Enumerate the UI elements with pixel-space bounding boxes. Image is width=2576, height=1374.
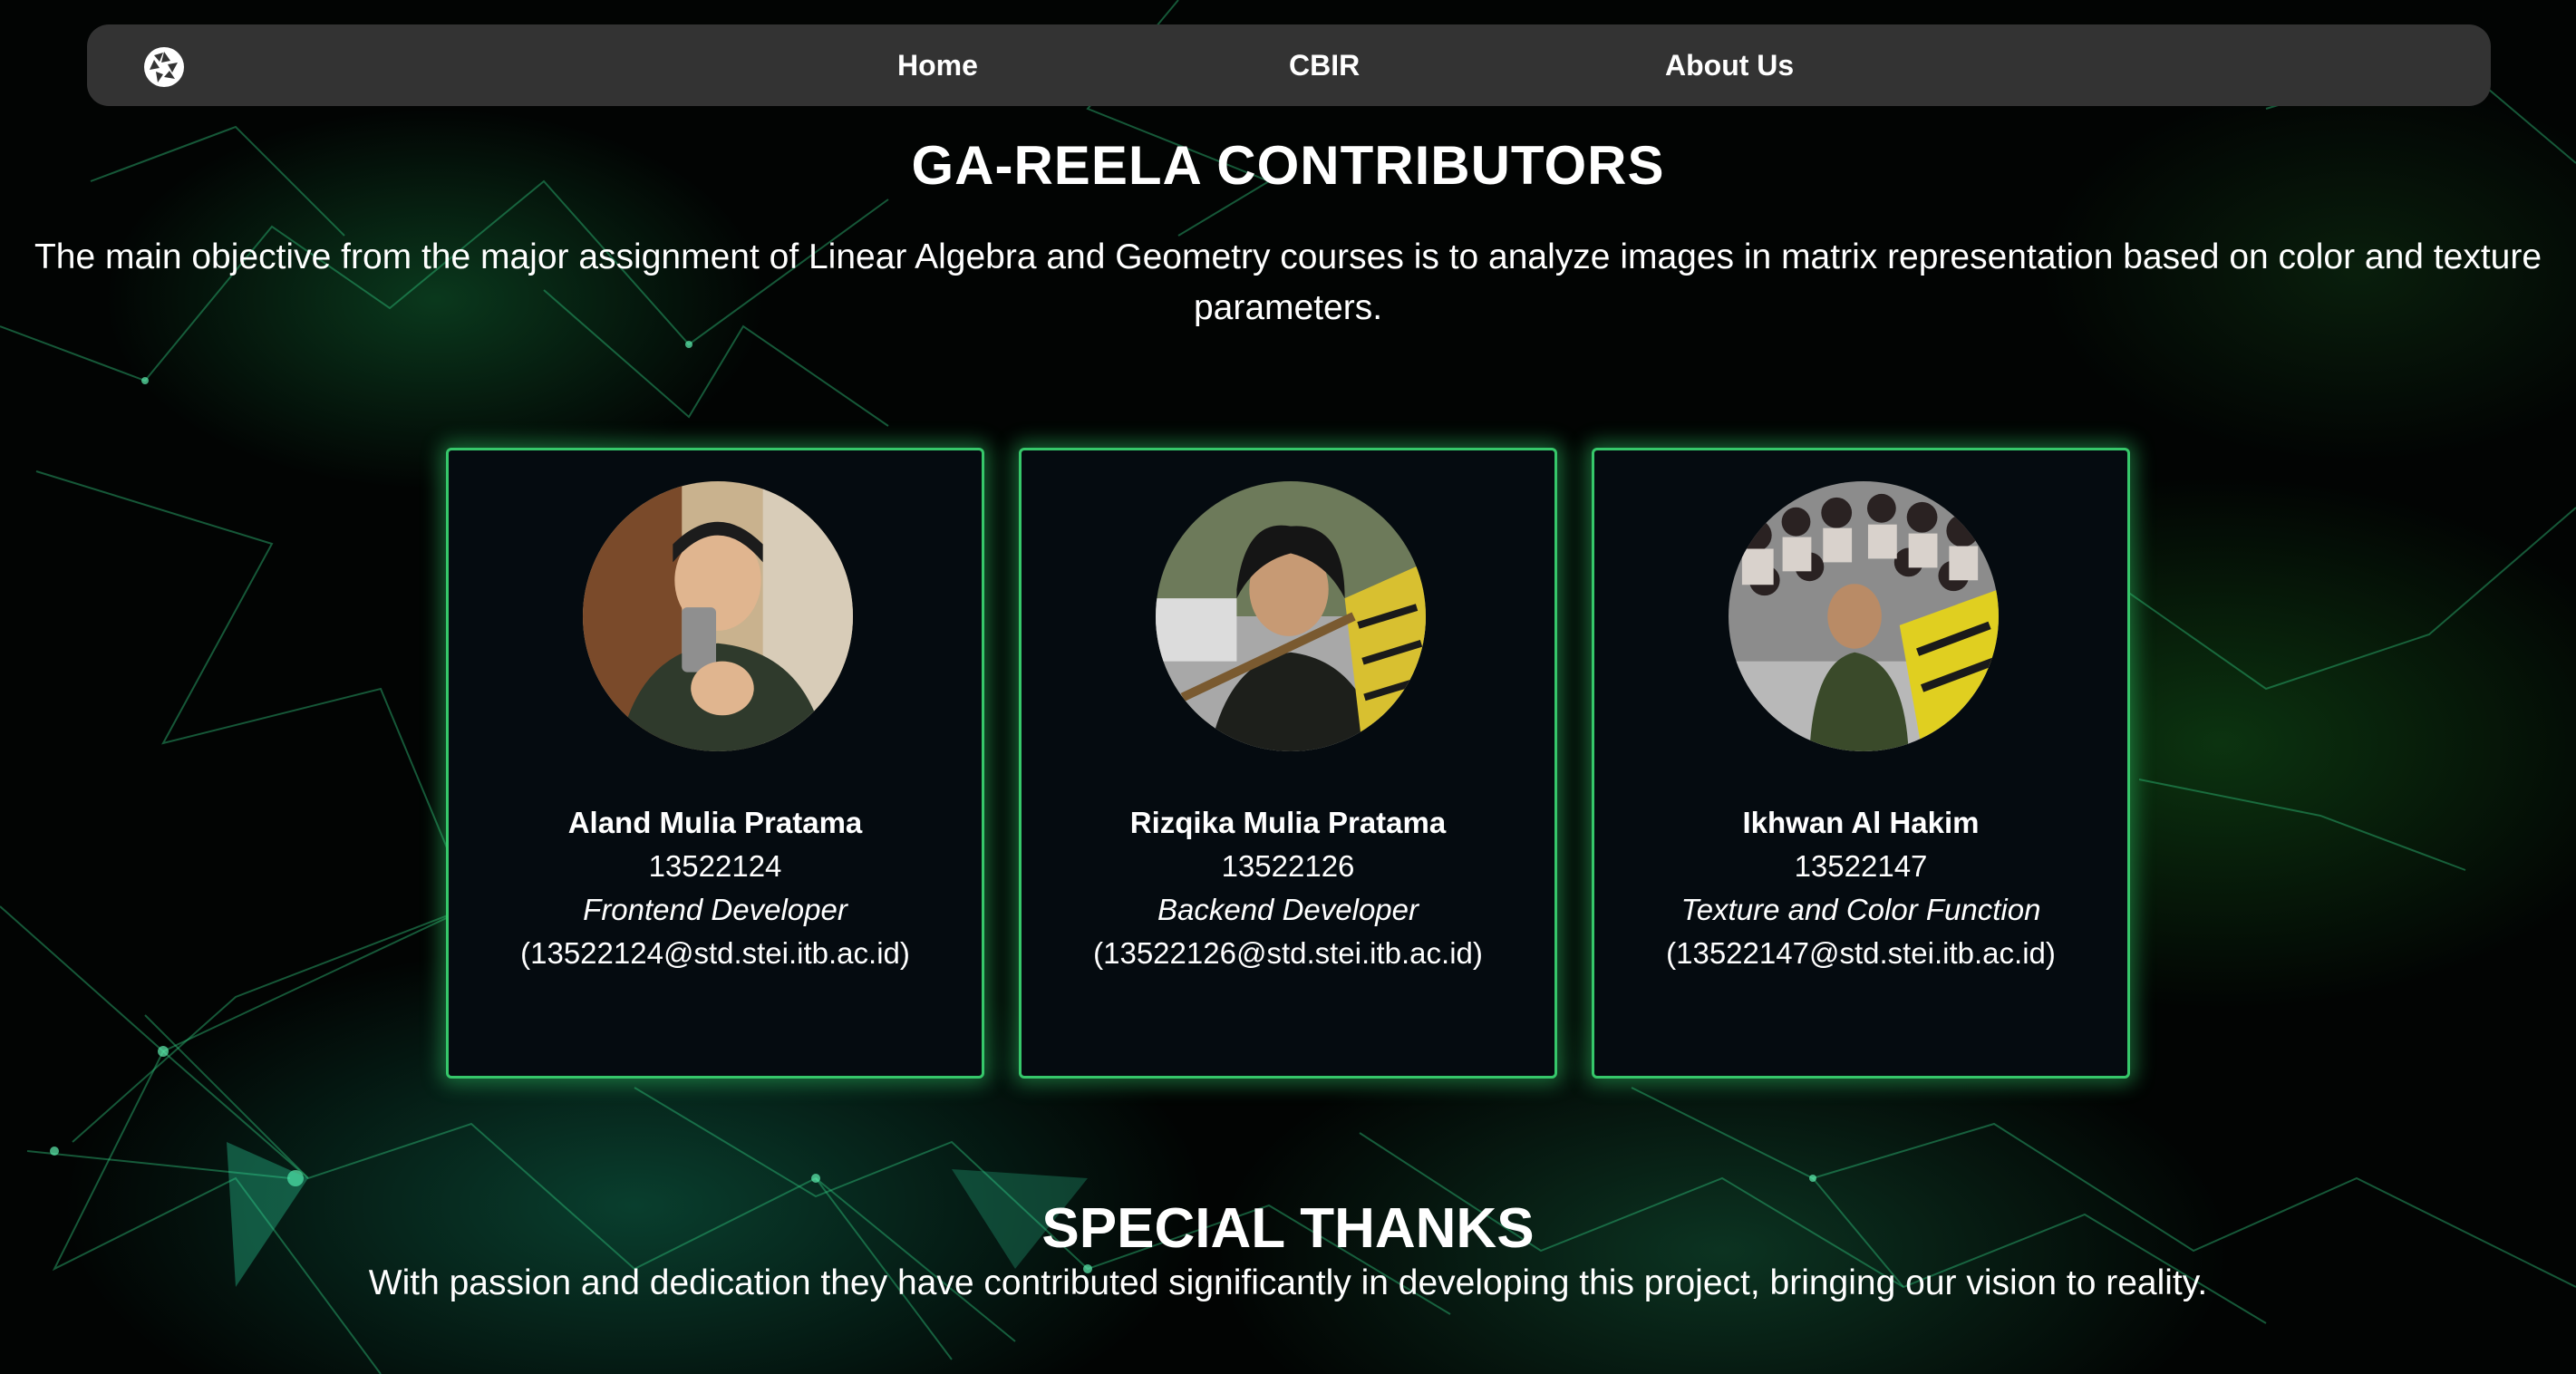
- contributor-nim: 13522147: [1794, 849, 1928, 883]
- navbar: Home CBIR About Us: [87, 24, 2491, 106]
- nav-link-cbir[interactable]: CBIR: [1289, 24, 1360, 106]
- avatar: [1729, 481, 1999, 751]
- contributor-email: (13522126@std.stei.itb.ac.id): [1093, 936, 1483, 970]
- contributor-nim: 13522124: [648, 849, 782, 883]
- special-thanks-title: SPECIAL THANKS: [1041, 1197, 1535, 1260]
- intro-text: The main objective from the major assign…: [34, 237, 2542, 327]
- about-page: Home CBIR About Us GA-REELA CONTRIBUTORS…: [0, 0, 2576, 1374]
- camera-aperture-icon[interactable]: [141, 44, 187, 90]
- page-title: GA-REELA CONTRIBUTORS: [911, 135, 1665, 196]
- contributor-role: Frontend Developer: [583, 893, 847, 926]
- contributor-name: Aland Mulia Pratama: [567, 806, 863, 839]
- contributor-card: Ikhwan Al Hakim 13522147 Texture and Col…: [1592, 448, 2130, 1079]
- contributor-role: Backend Developer: [1157, 893, 1419, 926]
- contributor-nim: 13522126: [1221, 849, 1355, 883]
- contributor-name: Rizqika Mulia Pratama: [1129, 806, 1447, 839]
- contributor-name: Ikhwan Al Hakim: [1742, 806, 1980, 839]
- nav-link-home[interactable]: Home: [897, 24, 978, 106]
- nav-link-about-us[interactable]: About Us: [1665, 24, 1794, 106]
- contributor-card: Rizqika Mulia Pratama 13522126 Backend D…: [1019, 448, 1557, 1079]
- contributor-email: (13522124@std.stei.itb.ac.id): [520, 936, 910, 970]
- contributor-card: Aland Mulia Pratama 13522124 Frontend De…: [446, 448, 984, 1079]
- avatar: [583, 481, 853, 751]
- contributor-email: (13522147@std.stei.itb.ac.id): [1666, 936, 2056, 970]
- avatar: [1156, 481, 1426, 751]
- contributor-role: Texture and Color Function: [1680, 893, 2041, 926]
- special-thanks-text: With passion and dedication they have co…: [368, 1263, 2208, 1302]
